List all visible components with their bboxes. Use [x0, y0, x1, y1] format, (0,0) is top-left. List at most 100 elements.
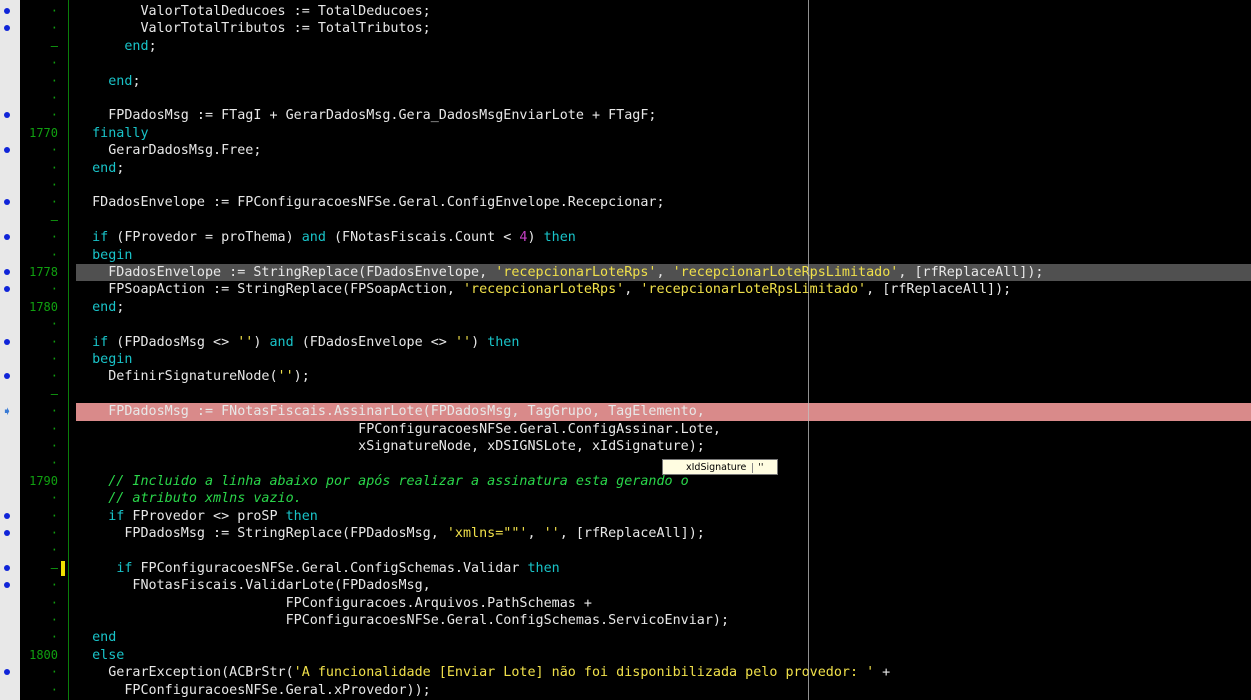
- code-text[interactable]: end;: [76, 38, 156, 55]
- breakpoint-dot-icon[interactable]: [4, 25, 10, 32]
- code-line[interactable]: · GerarDadosMsg.Free;: [0, 142, 1251, 159]
- code-text[interactable]: end;: [76, 73, 140, 90]
- code-line[interactable]: · FDadosEnvelope := FPConfiguracoesNFSe.…: [0, 194, 1251, 211]
- breakpoint-dot-icon[interactable]: [4, 286, 10, 293]
- code-line[interactable]: · FPConfiguracoesNFSe.Geral.ConfigAssina…: [0, 421, 1251, 438]
- string-literal: '': [543, 526, 560, 541]
- code-line[interactable]: · if FProvedor <> proSP then: [0, 508, 1251, 525]
- code-text[interactable]: ValorTotalDeducoes := TotalDeducoes;: [76, 3, 430, 20]
- fold-collapse-marker[interactable]: –: [40, 386, 58, 403]
- code-line[interactable]: ·: [0, 90, 1251, 107]
- code-editor[interactable]: · ValorTotalDeducoes := TotalDeducoes; · …: [0, 0, 1251, 700]
- code-line[interactable]: 1770 finally: [0, 125, 1251, 142]
- code-line[interactable]: ·: [0, 455, 1251, 472]
- code-text[interactable]: FPDadosMsg := StringReplace(FPDadosMsg, …: [76, 525, 705, 542]
- breakpoint-dot-icon[interactable]: [4, 669, 10, 676]
- code-line[interactable]: ➧ · FPDadosMsg := FNotasFiscais.AssinarLo…: [0, 403, 1251, 421]
- breakpoint-dot-icon[interactable]: [4, 530, 10, 536]
- breakpoint-dot-icon[interactable]: [4, 582, 10, 589]
- code-text[interactable]: finally: [76, 125, 148, 142]
- code-text[interactable]: GerarDadosMsg.Free;: [76, 142, 261, 159]
- keyword: end: [108, 73, 133, 89]
- breakpoint-dot-icon[interactable]: [4, 147, 10, 154]
- code-line[interactable]: · FPConfiguracoesNFSe.Geral.xProvedor));: [0, 682, 1251, 699]
- code-line[interactable]: · FNotasFiscais.ValidarLote(FPDadosMsg,: [0, 577, 1251, 594]
- code-line[interactable]: · FPConfiguracoesNFSe.Geral.ConfigSchema…: [0, 612, 1251, 629]
- code-text[interactable]: begin: [76, 351, 132, 368]
- fold-collapse-marker[interactable]: –: [40, 560, 58, 577]
- breakpoint-dot-icon[interactable]: [4, 338, 10, 345]
- code-text[interactable]: end;: [76, 299, 124, 316]
- line-dot-marker: ·: [50, 543, 58, 558]
- code-line[interactable]: ·: [0, 177, 1251, 194]
- code-line[interactable]: · begin: [0, 247, 1251, 264]
- code-line[interactable]: ·: [0, 542, 1251, 559]
- code-text[interactable]: FNotasFiscais.ValidarLote(FPDadosMsg,: [76, 577, 430, 594]
- code-text[interactable]: FPConfiguracoesNFSe.Geral.ConfigSchemas.…: [76, 612, 729, 629]
- code-line[interactable]: –: [0, 386, 1251, 403]
- code-line[interactable]: 1780 end;: [0, 299, 1251, 316]
- code-text[interactable]: end: [76, 629, 116, 646]
- code-line[interactable]: · DefinirSignatureNode('');: [0, 368, 1251, 385]
- code-line[interactable]: · FPDadosMsg := FTagI + GerarDadosMsg.Ge…: [0, 107, 1251, 124]
- code-text[interactable]: if FPConfiguracoesNFSe.Geral.ConfigSchem…: [76, 560, 559, 577]
- fold-collapse-marker[interactable]: –: [40, 38, 58, 55]
- code-text[interactable]: FPConfiguracoes.Arquivos.PathSchemas +: [76, 595, 592, 612]
- code-text[interactable]: ValorTotalTributos := TotalTributos;: [76, 20, 430, 37]
- code-text[interactable]: FPDadosMsg := FTagI + GerarDadosMsg.Gera…: [76, 107, 656, 124]
- code-text[interactable]: xSignatureNode, xDSIGNSLote, xIdSignatur…: [76, 438, 705, 455]
- code-line[interactable]: 1778 FDadosEnvelope := StringReplace(FDa…: [0, 264, 1251, 282]
- breakpoint-dot-icon[interactable]: [4, 8, 10, 14]
- line-dot-marker: ·: [50, 334, 58, 349]
- breakpoint-dot-icon[interactable]: [4, 564, 10, 571]
- breakpoint-dot-icon[interactable]: [4, 512, 10, 519]
- code-line[interactable]: · end: [0, 629, 1251, 646]
- code-line[interactable]: · end;: [0, 73, 1251, 90]
- code-line[interactable]: · ValorTotalTributos := TotalTributos;: [0, 20, 1251, 37]
- code-text[interactable]: FPConfiguracoesNFSe.Geral.xProvedor));: [76, 682, 430, 699]
- breakpoint-dot-icon[interactable]: [4, 112, 10, 119]
- code-line[interactable]: ·: [0, 55, 1251, 72]
- code-line[interactable]: – end;: [0, 38, 1251, 55]
- code-text[interactable]: FPSoapAction := StringReplace(FPSoapActi…: [76, 281, 1011, 298]
- line-dot-marker: ·: [50, 665, 58, 680]
- code-line[interactable]: · if (FProvedor = proThema) and (FNotasF…: [0, 229, 1251, 246]
- code-line[interactable]: · xSignatureNode, xDSIGNSLote, xIdSignat…: [0, 438, 1251, 455]
- code-line[interactable]: · // atributo xmlns vazio.: [0, 490, 1251, 507]
- code-text[interactable]: FPDadosMsg := FNotasFiscais.AssinarLote(…: [76, 403, 705, 420]
- code-line[interactable]: – if FPConfiguracoesNFSe.Geral.ConfigSch…: [0, 560, 1251, 577]
- code-line[interactable]: –: [0, 212, 1251, 229]
- code-text[interactable]: DefinirSignatureNode('');: [76, 368, 310, 385]
- code-text[interactable]: FDadosEnvelope := StringReplace(FDadosEn…: [76, 264, 1043, 281]
- breakpoint-dot-icon[interactable]: [4, 199, 10, 206]
- code-line[interactable]: · FPConfiguracoes.Arquivos.PathSchemas +: [0, 595, 1251, 612]
- code-text[interactable]: GerarException(ACBrStr('A funcionalidade…: [76, 664, 890, 681]
- breakpoint-dot-icon[interactable]: [4, 269, 10, 275]
- code-line[interactable]: · GerarException(ACBrStr('A funcionalida…: [0, 664, 1251, 681]
- code-text[interactable]: FDadosEnvelope := FPConfiguracoesNFSe.Ge…: [76, 194, 664, 211]
- code-text[interactable]: if FProvedor <> proSP then: [76, 508, 318, 525]
- breakpoint-dot-icon[interactable]: [4, 373, 10, 380]
- code-line[interactable]: · FPDadosMsg := StringReplace(FPDadosMsg…: [0, 525, 1251, 542]
- keyword: and: [301, 230, 326, 246]
- code-text[interactable]: end;: [76, 160, 124, 177]
- code-text[interactable]: begin: [76, 247, 132, 264]
- code-line[interactable]: · if (FPDadosMsg <> '') and (FDadosEnvel…: [0, 334, 1251, 351]
- code-text[interactable]: else: [76, 647, 124, 664]
- code-line[interactable]: 1790 // Incluido a linha abaixo por após…: [0, 473, 1251, 490]
- code-text[interactable]: // Incluido a linha abaixo por após real…: [76, 473, 688, 490]
- fold-collapse-marker[interactable]: –: [40, 212, 58, 229]
- code-line[interactable]: · begin: [0, 351, 1251, 368]
- code-line[interactable]: 1800 else: [0, 647, 1251, 664]
- code-text[interactable]: // atributo xmlns vazio.: [76, 490, 301, 507]
- execution-point-arrow-icon: ➧: [2, 404, 13, 419]
- code-text[interactable]: if (FProvedor = proThema) and (FNotasFis…: [76, 229, 576, 246]
- code-token: FPConfiguracoes.Arquivos.PathSchemas +: [76, 595, 592, 611]
- code-line[interactable]: · end;: [0, 160, 1251, 177]
- code-line[interactable]: ·: [0, 316, 1251, 333]
- code-text[interactable]: FPConfiguracoesNFSe.Geral.ConfigAssinar.…: [76, 421, 721, 438]
- code-text[interactable]: if (FPDadosMsg <> '') and (FDadosEnvelop…: [76, 334, 519, 351]
- code-line[interactable]: · FPSoapAction := StringReplace(FPSoapAc…: [0, 281, 1251, 298]
- breakpoint-dot-icon[interactable]: [4, 234, 10, 241]
- code-line[interactable]: · ValorTotalDeducoes := TotalDeducoes;: [0, 3, 1251, 20]
